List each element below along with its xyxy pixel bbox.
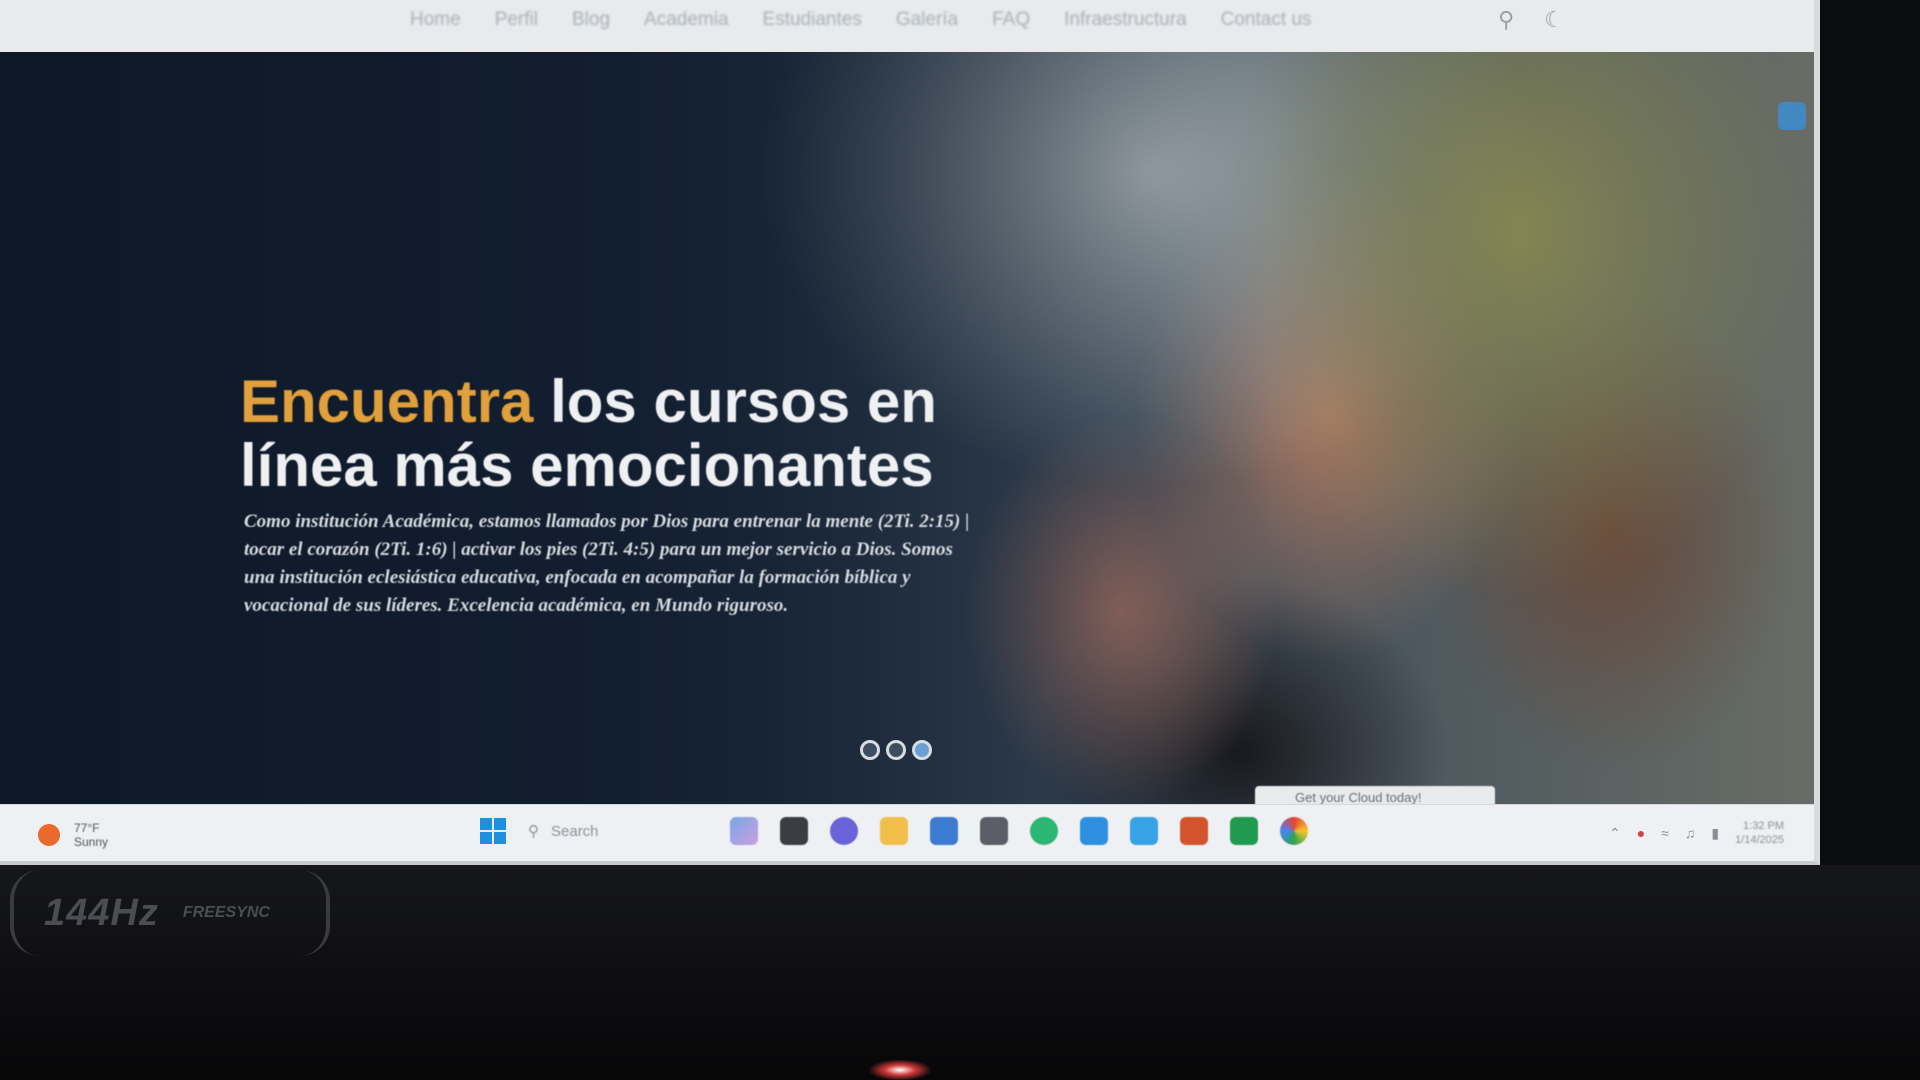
taskbar-center: ⚲ Search (480, 817, 1308, 845)
nav-item-estudiantes[interactable]: Estudiantes (763, 9, 862, 31)
hero-description: Como institución Académica, estamos llam… (244, 511, 970, 616)
taskbar-clock[interactable]: 1:32 PM 1/14/2025 (1735, 819, 1784, 847)
nav-icons: ⚲ ☾ (1498, 8, 1564, 33)
excel-icon[interactable] (1230, 817, 1258, 845)
windows-start-icon[interactable] (480, 818, 506, 844)
spotify-icon[interactable] (1030, 817, 1058, 845)
theme-toggle-icon[interactable]: ☾ (1544, 8, 1564, 33)
search-placeholder: Search (551, 822, 599, 840)
monitor-screen: Home Perfil Blog Academia Estudiantes Ga… (0, 0, 1820, 865)
search-icon: ⚲ (528, 823, 539, 840)
monitor-badge: 144Hz FREESYNC (10, 870, 330, 956)
taskbar: 77°F Sunny ⚲ Search ⌃ ● ≈ ♫ ▮ 1:32 PM 1/… (0, 804, 1814, 861)
folder-icon[interactable] (880, 817, 908, 845)
weather-widget[interactable]: 77°F Sunny (38, 821, 108, 849)
office-icon[interactable] (1180, 817, 1208, 845)
chrome-icon[interactable] (1280, 817, 1308, 845)
vscode-icon[interactable] (1080, 817, 1108, 845)
search-icon[interactable]: ⚲ (1498, 8, 1514, 33)
weather-condition: Sunny (74, 835, 109, 849)
site-navbar: Home Perfil Blog Academia Estudiantes Ga… (0, 0, 1814, 58)
slider-dot-1[interactable] (860, 740, 880, 760)
clock-date: 1/14/2025 (1735, 834, 1784, 846)
volume-icon[interactable]: ♫ (1685, 825, 1696, 841)
power-led (870, 1060, 930, 1080)
slider-dots (860, 740, 932, 760)
slider-dot-2[interactable] (886, 740, 906, 760)
chat-icon[interactable] (830, 817, 858, 845)
copilot-icon[interactable] (730, 817, 758, 845)
clock-time: 1:32 PM (1743, 820, 1784, 832)
nav-item-perfil[interactable]: Perfil (495, 9, 538, 31)
file-manager-icon[interactable] (780, 817, 808, 845)
nav-item-home[interactable]: Home (410, 9, 461, 31)
hero-title: Encuentra los cursos en línea más emocio… (240, 370, 1000, 498)
antivirus-icon[interactable]: ● (1637, 825, 1645, 841)
weather-temp: 77°F (74, 821, 100, 835)
nav-item-academia[interactable]: Academia (644, 9, 729, 31)
hero-slider: Encuentra los cursos en línea más emocio… (0, 52, 1814, 804)
edit-pencil-icon[interactable] (1778, 102, 1806, 130)
mail-icon[interactable] (1130, 817, 1158, 845)
store-icon[interactable] (930, 817, 958, 845)
hero-title-accent: Encuentra (240, 368, 534, 435)
nav-item-galeria[interactable]: Galería (896, 9, 958, 31)
slider-dot-3[interactable] (912, 740, 932, 760)
taskbar-search[interactable]: ⚲ Search (528, 822, 708, 841)
nav-item-contact[interactable]: Contact us (1221, 9, 1312, 31)
chevron-up-icon[interactable]: ⌃ (1609, 825, 1621, 842)
calculator-icon[interactable] (980, 817, 1008, 845)
nav-item-blog[interactable]: Blog (572, 9, 610, 31)
refresh-rate-label: 144Hz (44, 891, 159, 934)
battery-icon[interactable]: ▮ (1711, 825, 1719, 842)
weather-text: 77°F Sunny (74, 821, 108, 849)
sync-label: FREESYNC (182, 904, 270, 921)
nav-item-faq[interactable]: FAQ (992, 9, 1030, 31)
wifi-icon[interactable]: ≈ (1661, 825, 1669, 841)
nav-item-infraestructura[interactable]: Infraestructura (1064, 9, 1187, 31)
sun-icon (38, 824, 60, 846)
nav-menu: Home Perfil Blog Academia Estudiantes Ga… (410, 0, 1311, 40)
system-tray: ⌃ ● ≈ ♫ ▮ 1:32 PM 1/14/2025 (1609, 819, 1784, 847)
